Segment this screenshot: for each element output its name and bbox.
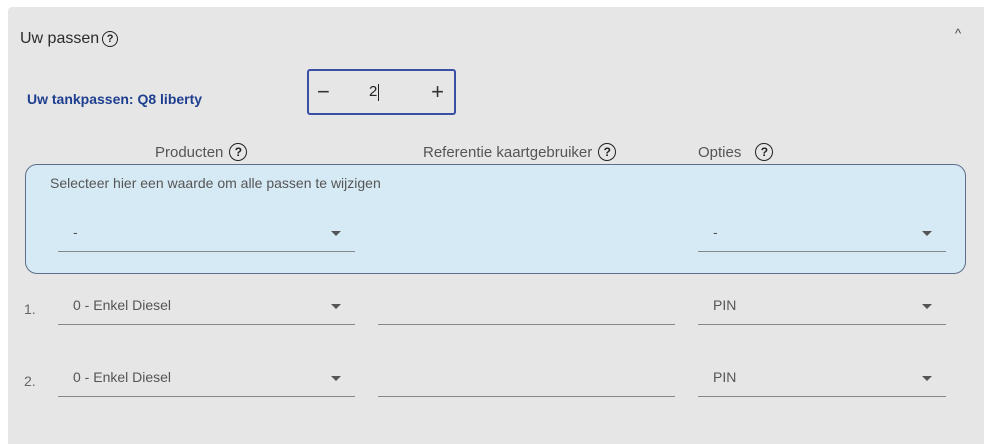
bulk-edit-box: Selecteer hier een waarde om alle passen…: [25, 164, 966, 274]
column-header-referentie: Referentie kaartgebruiker ?: [423, 143, 617, 161]
decrement-button[interactable]: −: [317, 79, 330, 105]
tankpassen-label: Uw tankpassen: Q8 liberty: [27, 91, 203, 107]
bulk-edit-label: Selecteer hier een waarde om alle passen…: [50, 175, 381, 191]
dropdown-arrow-icon: [331, 231, 341, 236]
column-label-referentie: Referentie kaartgebruiker: [423, 143, 593, 161]
increment-button[interactable]: +: [431, 79, 444, 105]
quantity-input[interactable]: 2: [369, 83, 380, 101]
bulk-product-select[interactable]: -: [58, 220, 355, 252]
column-header-opties: Opties ?: [698, 143, 774, 161]
section-title: Uw passen: [20, 30, 100, 47]
help-icon[interactable]: ?: [102, 31, 119, 47]
row-1-product-select[interactable]: 0 - Enkel Diesel: [58, 293, 355, 325]
row-2-product-select[interactable]: 0 - Enkel Diesel: [58, 365, 355, 397]
help-icon[interactable]: ?: [229, 143, 248, 161]
column-label-producten: Producten: [155, 143, 224, 161]
row-number: 2.: [24, 373, 36, 389]
section-header: Uw passen ?: [20, 30, 119, 48]
row-number: 1.: [24, 301, 36, 317]
row-1-product-value: 0 - Enkel Diesel: [73, 297, 172, 313]
help-icon[interactable]: ?: [598, 143, 617, 161]
column-header-producten: Producten ?: [155, 143, 248, 161]
dropdown-arrow-icon: [922, 376, 932, 381]
row-1-option-select[interactable]: PIN: [698, 293, 946, 325]
text-cursor: [378, 83, 380, 101]
row-2-product-value: 0 - Enkel Diesel: [73, 369, 172, 385]
quantity-stepper: − 2 +: [307, 69, 456, 115]
row-1-option-value: PIN: [713, 297, 737, 313]
column-label-opties: Opties: [698, 143, 742, 161]
bulk-option-select[interactable]: -: [698, 220, 946, 252]
dropdown-arrow-icon: [922, 231, 932, 236]
chevron-up-icon[interactable]: ^: [955, 26, 961, 41]
quantity-value: 2: [369, 83, 378, 100]
bulk-product-value: -: [73, 224, 78, 240]
row-2-reference-input[interactable]: [378, 365, 675, 397]
dropdown-arrow-icon: [922, 304, 932, 309]
dropdown-arrow-icon: [331, 304, 341, 309]
bulk-option-value: -: [713, 224, 718, 240]
help-icon[interactable]: ?: [755, 143, 774, 161]
row-1-reference-input[interactable]: [378, 293, 675, 325]
row-2-option-select[interactable]: PIN: [698, 365, 946, 397]
dropdown-arrow-icon: [331, 376, 341, 381]
row-2-option-value: PIN: [713, 369, 737, 385]
